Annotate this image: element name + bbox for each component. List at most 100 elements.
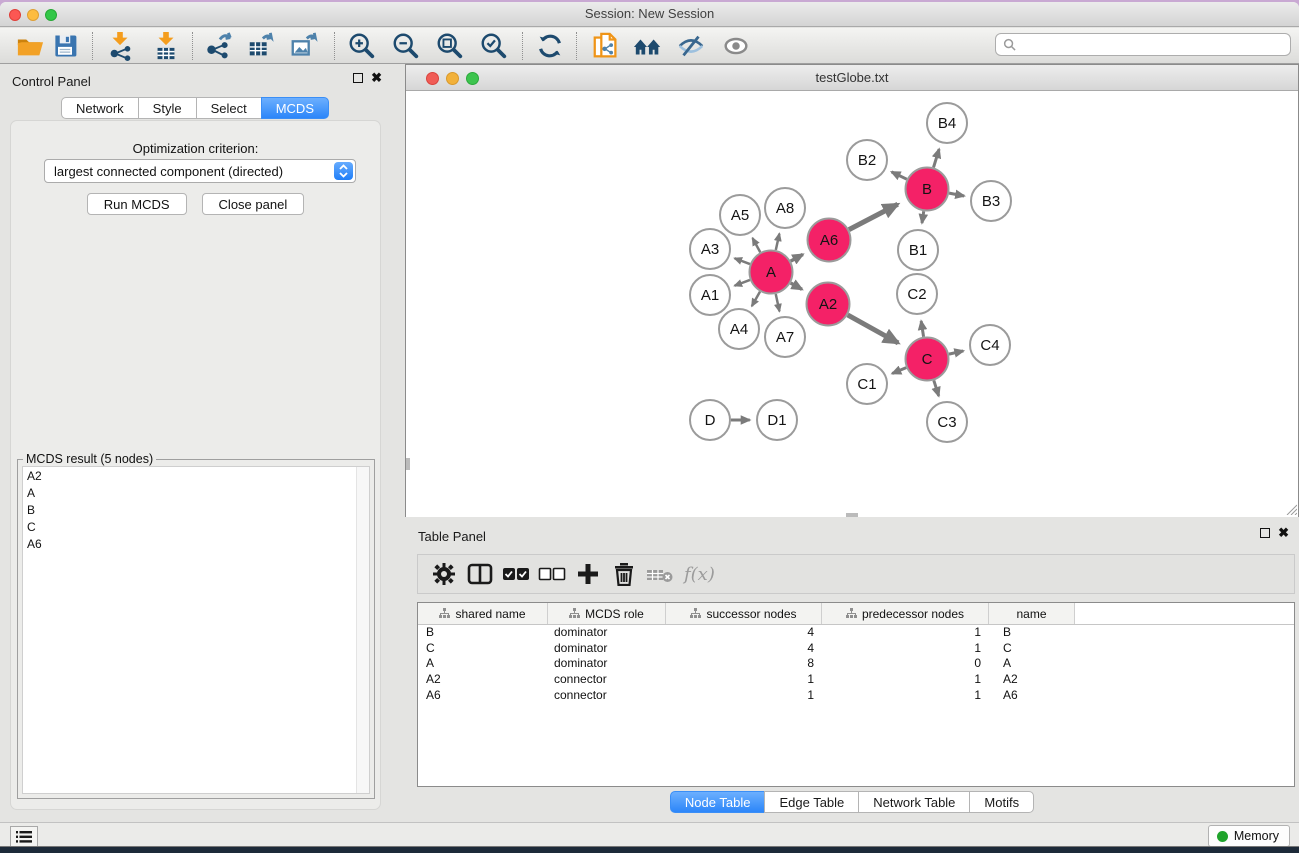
tab-mcds[interactable]: MCDS — [261, 97, 329, 119]
search-input[interactable] — [1016, 36, 1290, 54]
node-A6[interactable]: A6 — [808, 219, 851, 262]
delete-row-icon[interactable] — [606, 559, 642, 589]
column-header-MCDS-role[interactable]: MCDS role — [548, 603, 666, 624]
memory-button[interactable]: Memory — [1208, 825, 1290, 847]
column-header-shared-name[interactable]: shared name — [418, 603, 548, 624]
export-table-icon[interactable] — [245, 31, 277, 61]
tab-select[interactable]: Select — [196, 97, 262, 119]
show-eye-icon[interactable] — [720, 31, 752, 61]
import-table-icon[interactable] — [150, 31, 182, 61]
deselect-all-checks-icon[interactable] — [534, 559, 570, 589]
table-cell[interactable]: 4 — [666, 641, 822, 657]
edge-C-C3[interactable] — [934, 380, 939, 396]
mcds-result-list[interactable]: A2ABCA6 — [22, 466, 370, 794]
import-network-icon[interactable] — [104, 31, 136, 61]
mcds-result-item[interactable]: C — [23, 519, 369, 536]
edge-C-C4[interactable] — [949, 351, 963, 354]
table-tab-edge-table[interactable]: Edge Table — [764, 791, 859, 813]
node-A4[interactable]: A4 — [719, 309, 759, 349]
add-row-icon[interactable] — [570, 559, 606, 589]
table-cell[interactable]: 1 — [822, 688, 989, 704]
open-session-icon[interactable] — [14, 31, 46, 61]
node-B4[interactable]: B4 — [927, 103, 967, 143]
float-panel-icon[interactable] — [353, 73, 363, 83]
function-builder-icon[interactable]: f(x) — [678, 564, 715, 585]
table-cell[interactable]: dominator — [548, 656, 666, 672]
table-cell[interactable]: 1 — [822, 672, 989, 688]
table-cell[interactable]: connector — [548, 672, 666, 688]
node-B1[interactable]: B1 — [898, 230, 938, 270]
table-row[interactable]: Adominator80A — [418, 656, 1294, 672]
node-B3[interactable]: B3 — [971, 181, 1011, 221]
close-panel-icon[interactable]: ✖ — [371, 73, 382, 83]
table-cell[interactable]: 1 — [822, 641, 989, 657]
optimization-criterion-dropdown[interactable]: largest connected component (directed) — [44, 159, 356, 183]
node-C1[interactable]: C1 — [847, 364, 887, 404]
mcds-result-item[interactable]: A2 — [23, 467, 369, 484]
tab-style[interactable]: Style — [138, 97, 197, 119]
select-all-checks-icon[interactable] — [498, 559, 534, 589]
table-cell[interactable]: C — [989, 641, 1075, 657]
edge-B-B4[interactable] — [934, 149, 940, 167]
mcds-result-item[interactable]: B — [23, 501, 369, 518]
table-cell[interactable]: A2 — [418, 672, 548, 688]
table-float-panel-icon[interactable] — [1260, 528, 1270, 538]
node-C4[interactable]: C4 — [970, 325, 1010, 365]
show-columns-icon[interactable] — [462, 559, 498, 589]
task-history-button[interactable] — [10, 826, 38, 847]
network-canvas[interactable]: AA1A2A3A4A5A6A7A8BB1B2B3B4CC1C2C3C4DD1 — [406, 92, 1298, 517]
edge-B-B2[interactable] — [892, 172, 907, 179]
table-cell[interactable]: 0 — [822, 656, 989, 672]
edge-A6-B[interactable] — [849, 204, 898, 229]
table-cell[interactable]: A2 — [989, 672, 1075, 688]
node-D[interactable]: D — [690, 400, 730, 440]
table-cell[interactable]: 8 — [666, 656, 822, 672]
result-list-scrollbar[interactable] — [356, 467, 369, 793]
tab-network[interactable]: Network — [61, 97, 139, 119]
zoom-out-icon[interactable] — [390, 31, 422, 61]
zoom-fit-icon[interactable] — [434, 31, 466, 61]
node-A1[interactable]: A1 — [690, 275, 730, 315]
edge-A-A8[interactable] — [776, 234, 780, 250]
table-row[interactable]: A2connector11A2 — [418, 672, 1294, 688]
table-row[interactable]: A6connector11A6 — [418, 688, 1294, 704]
node-C[interactable]: C — [906, 338, 949, 381]
node-A7[interactable]: A7 — [765, 317, 805, 357]
save-session-icon[interactable] — [49, 31, 81, 61]
home-view-icon[interactable] — [632, 31, 664, 61]
edge-A-A3[interactable] — [735, 258, 750, 264]
table-cell[interactable]: A6 — [418, 688, 548, 704]
node-B2[interactable]: B2 — [847, 140, 887, 180]
edge-C-C2[interactable] — [921, 321, 923, 337]
edge-A-A5[interactable] — [753, 238, 761, 252]
search-field[interactable] — [995, 33, 1291, 56]
table-cell[interactable]: dominator — [548, 625, 666, 641]
node-C3[interactable]: C3 — [927, 402, 967, 442]
table-tab-node-table[interactable]: Node Table — [670, 791, 766, 813]
table-cell[interactable]: B — [418, 625, 548, 641]
column-header-predecessor-nodes[interactable]: predecessor nodes — [822, 603, 989, 624]
table-row[interactable]: Bdominator41B — [418, 625, 1294, 641]
column-header-successor-nodes[interactable]: successor nodes — [666, 603, 822, 624]
table-tab-motifs[interactable]: Motifs — [969, 791, 1034, 813]
edge-A-A7[interactable] — [776, 294, 780, 311]
table-cell[interactable]: C — [418, 641, 548, 657]
node-A8[interactable]: A8 — [765, 188, 805, 228]
network-window-titlebar[interactable]: testGlobe.txt — [406, 65, 1298, 91]
table-cell[interactable]: 1 — [666, 672, 822, 688]
table-settings-icon[interactable] — [426, 559, 462, 589]
export-network-icon[interactable] — [203, 31, 235, 61]
zoom-selected-icon[interactable] — [478, 31, 510, 61]
run-mcds-button[interactable]: Run MCDS — [87, 193, 187, 215]
mcds-result-item[interactable]: A6 — [23, 536, 369, 553]
zoom-in-icon[interactable] — [346, 31, 378, 61]
edge-A-A4[interactable] — [752, 292, 760, 306]
close-panel-button[interactable]: Close panel — [202, 193, 305, 215]
table-cell[interactable]: dominator — [548, 641, 666, 657]
node-C2[interactable]: C2 — [897, 274, 937, 314]
table-cell[interactable]: A6 — [989, 688, 1075, 704]
window-resize-grip[interactable] — [1285, 503, 1297, 515]
clone-network-icon[interactable] — [590, 31, 622, 61]
node-D1[interactable]: D1 — [757, 400, 797, 440]
refresh-layout-icon[interactable] — [534, 31, 566, 61]
